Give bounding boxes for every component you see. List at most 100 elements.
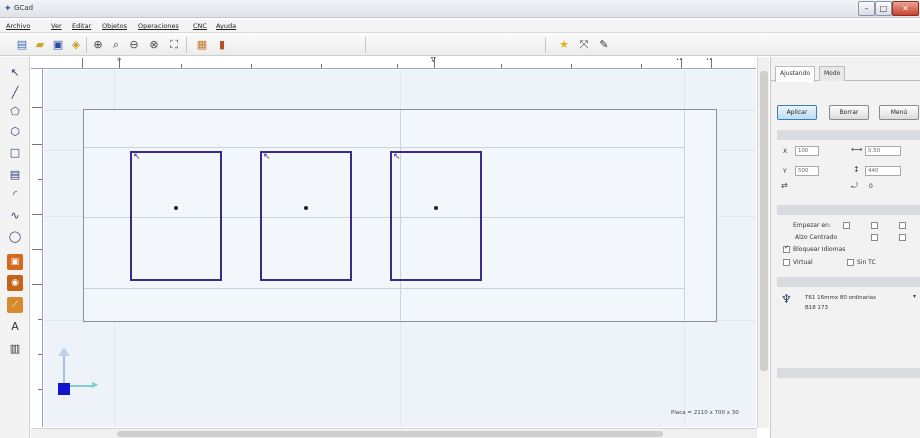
x-axis-arrow-icon: ▶ <box>92 380 99 389</box>
x-field[interactable]: 100 <box>795 146 819 156</box>
star-icon[interactable]: ★ <box>556 37 572 53</box>
board-outline[interactable]: ↖ ↖ ↖ <box>83 109 717 322</box>
tool-palette: ↖ ╱ ⬠ ⬡ □ ▤ ◜ ∿ ◯ ▣ ◉ ⟋ A ▥ <box>0 57 30 438</box>
width-icon: ⟷ <box>851 145 863 154</box>
new-file-icon[interactable]: ▤ <box>14 37 30 53</box>
angle-value: 0 <box>869 183 873 190</box>
menu-button[interactable]: Menú <box>879 105 919 120</box>
center-point <box>434 206 438 210</box>
menu-archivo[interactable]: Archivo <box>6 22 30 30</box>
minimize-button[interactable]: – <box>858 1 875 16</box>
window-title: GCad <box>14 4 34 12</box>
horizontal-scrollbar[interactable] <box>31 428 757 438</box>
main-toolbar: ▤ ▰ ▣ ◈ ⊕ ⌕ ⊖ ⊗ ⛶ ▦ ▮ ★ ⤧ ✎ <box>0 34 920 56</box>
empezar-checkbox-3[interactable] <box>899 222 906 229</box>
virtual-checkbox[interactable] <box>783 259 790 266</box>
arc-tool-icon[interactable]: ◜ <box>7 187 23 203</box>
center-point <box>174 206 178 210</box>
polyline-tool-icon[interactable]: ⬠ <box>7 104 23 120</box>
zoom-in-icon[interactable]: ⊕ <box>90 37 106 53</box>
options-section-header <box>777 205 920 215</box>
tab-ajustando[interactable]: Ajustando <box>775 66 816 82</box>
save-icon[interactable]: ▣ <box>50 37 66 53</box>
text-tool-icon[interactable]: A <box>7 319 23 335</box>
menu-bar: Archivo Ver Editar Objetos Operaciones C… <box>0 20 920 33</box>
pocket-rectangle[interactable]: ↖ <box>390 151 482 281</box>
pan-icon[interactable]: ⊗ <box>146 37 162 53</box>
menu-objetos[interactable]: Objetos <box>102 22 127 30</box>
tool-line-2: B18 173 <box>805 305 829 311</box>
panel-tabs: Ajustando Modo <box>771 63 920 82</box>
drawing-canvas[interactable]: ↖ ↖ ↖ Placa = 2110 x 700 x 30 <box>44 70 756 427</box>
tool-line-1: T61 16mmx 80 ordinarias <box>805 295 877 301</box>
tab-modo[interactable]: Modo <box>819 66 846 81</box>
vertical-ruler <box>31 69 43 427</box>
select-tool-icon[interactable]: ↖ <box>7 65 23 81</box>
menu-cnc[interactable]: CNC <box>193 22 207 30</box>
width-field[interactable]: 0.50 <box>865 146 901 156</box>
apply-button[interactable]: Aplicar <box>777 105 817 120</box>
properties-panel: Ajustando Modo Aplicar Borrar Menú X 100… <box>770 57 920 438</box>
pen-icon[interactable]: ✎ <box>596 37 612 53</box>
hatch-tool-icon[interactable]: ▤ <box>7 167 23 183</box>
virtual-label: Virtual <box>793 259 813 266</box>
pocket-rectangle[interactable]: ↖ <box>130 151 222 281</box>
vertical-scrollbar[interactable] <box>757 57 769 428</box>
circle-tool-icon[interactable]: ◯ <box>7 229 23 245</box>
position-section-header <box>777 130 920 140</box>
center-point <box>304 206 308 210</box>
maximize-button[interactable]: □ <box>875 1 892 16</box>
y-axis-line <box>63 355 65 383</box>
layers-icon[interactable]: ▦ <box>194 37 210 53</box>
link-icon[interactable]: ⇄ <box>781 181 788 190</box>
pocket-tool-icon[interactable]: ▣ <box>7 254 23 270</box>
tool-dropdown-icon[interactable]: ▾ <box>913 293 916 300</box>
bloquear-idiomas-label: Bloquear Idiomas <box>793 246 846 253</box>
alzo-checkbox-2[interactable] <box>899 234 906 241</box>
rectangle-tool-icon[interactable]: □ <box>7 145 23 161</box>
height-field[interactable]: 440 <box>865 166 901 176</box>
y-label: Y <box>783 168 787 175</box>
menu-editar[interactable]: Editar <box>72 22 91 30</box>
fit-icon[interactable]: ⤧ <box>576 37 592 53</box>
title-bar: ✦ GCad – □ ✕ <box>0 0 920 18</box>
open-folder-icon[interactable]: ▰ <box>32 37 48 53</box>
horizontal-ruler: ✣ ∇ •• •• <box>31 56 756 69</box>
tool-section-header <box>777 277 920 287</box>
line-tool-icon[interactable]: ╱ <box>7 85 23 101</box>
dimension-readout: Placa = 2110 x 700 x 30 <box>671 410 739 416</box>
print-icon[interactable]: ◈ <box>68 37 84 53</box>
drill-tool-icon[interactable]: ◉ <box>7 275 23 291</box>
vertical-scroll-thumb[interactable] <box>760 71 768 371</box>
empezar-checkbox-1[interactable] <box>843 222 850 229</box>
x-axis-line <box>66 385 94 387</box>
horizontal-scroll-thumb[interactable] <box>117 431 663 437</box>
layers-icon[interactable]: ⛶ <box>166 37 182 53</box>
alzo-checkbox-1[interactable] <box>871 234 878 241</box>
start-arrow-icon: ↖ <box>133 152 141 162</box>
empezar-checkbox-2[interactable] <box>871 222 878 229</box>
curve-tool-icon[interactable]: ∿ <box>7 208 23 224</box>
menu-ver[interactable]: Ver <box>51 22 62 30</box>
origin-marker <box>58 383 70 395</box>
zoom-out-icon[interactable]: ⊖ <box>126 37 142 53</box>
menu-operaciones[interactable]: Operaciones <box>138 22 179 30</box>
zoom-window-icon[interactable]: ⌕ <box>108 37 124 53</box>
panel-icon[interactable]: ▮ <box>214 37 230 53</box>
y-field[interactable]: 500 <box>795 166 819 176</box>
polygon-tool-icon[interactable]: ⬡ <box>7 124 23 140</box>
sin-tc-checkbox[interactable] <box>847 259 854 266</box>
bloquear-idiomas-checkbox[interactable] <box>783 244 790 253</box>
start-arrow-icon: ↖ <box>263 152 271 162</box>
close-button[interactable]: ✕ <box>892 1 919 16</box>
drill-bit-icon: ♆ <box>781 292 792 306</box>
cut-tool-icon[interactable]: ⟋ <box>7 297 23 313</box>
rotation-icon: ⤾ <box>851 181 858 190</box>
delete-button[interactable]: Borrar <box>829 105 869 120</box>
alzo-centrado-label: Alzo Centrado <box>795 234 838 241</box>
dimension-tool-icon[interactable]: ▥ <box>7 341 23 357</box>
x-label: X <box>783 148 788 155</box>
pocket-rectangle[interactable]: ↖ <box>260 151 352 281</box>
menu-ayuda[interactable]: Ayuda <box>216 22 236 30</box>
height-icon: ↕ <box>853 165 860 174</box>
